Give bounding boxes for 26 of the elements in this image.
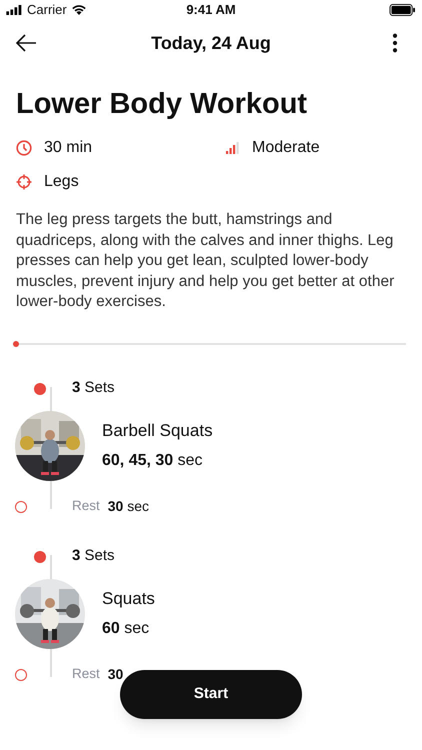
workout-title: Lower Body Workout [16, 87, 308, 122]
rest-ring-icon [15, 500, 27, 512]
exercise-name: Squats [102, 588, 155, 610]
header-title: Today, 24 Aug [151, 32, 271, 55]
workout-description: The leg press targets the butt, hamstrings and quadriceps, along with the calves and inner thighs. Leg presses can help you get lean, sculpted lower-body muscles, prevent injury and help you get better at other lower-body exercises. [16, 210, 396, 312]
exercise-duration: 60, 45, 30 sec [102, 451, 204, 472]
rest-label: Rest [72, 497, 100, 516]
exercise-name: Barbell Squats [102, 420, 213, 442]
clock-time: 9:41 AM [186, 1, 236, 20]
more-icon [392, 33, 398, 53]
battery-icon [389, 4, 416, 16]
rest-label: Rest [72, 665, 100, 684]
duration-text: 30 min [44, 138, 92, 158]
target-icon [16, 174, 32, 190]
clock-icon [16, 140, 32, 156]
rest-duration: 30 sec [108, 497, 150, 516]
exercise-duration: 60 sec [102, 619, 150, 640]
carrier-name: Carrier [27, 1, 67, 20]
target-muscle-text: Legs [44, 172, 79, 192]
sets-count: 3 Sets [72, 546, 115, 566]
wifi-icon [70, 4, 87, 16]
intensity-text: Moderate [252, 138, 320, 158]
signal-icon [6, 5, 23, 15]
intensity-bars-icon [226, 142, 240, 154]
rest-ring-icon [15, 668, 27, 680]
sets-count: 3 Sets [72, 378, 115, 398]
